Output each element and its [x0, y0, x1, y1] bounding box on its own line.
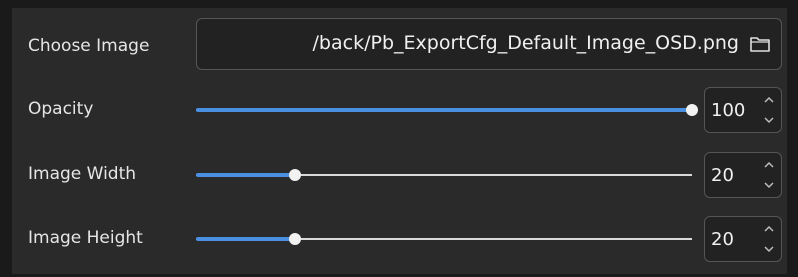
opacity-label: Opacity	[28, 99, 94, 119]
image-height-slider-handle[interactable]	[289, 233, 302, 245]
opacity-slider-handle[interactable]	[686, 104, 698, 116]
opacity-slider-fill	[196, 108, 692, 112]
opacity-value: 100	[711, 100, 746, 121]
image-height-value: 20	[711, 229, 734, 250]
opacity-increment-icon[interactable]	[761, 92, 777, 108]
image-width-slider-handle[interactable]	[289, 169, 302, 181]
image-settings-panel: Choose Image /back/Pb_ExportCfg_Default_…	[12, 8, 787, 274]
image-width-slider[interactable]	[196, 166, 692, 184]
image-height-decrement-icon[interactable]	[761, 241, 777, 257]
image-height-increment-icon[interactable]	[761, 221, 777, 237]
image-height-label: Image Height	[28, 228, 143, 248]
image-height-slider[interactable]	[196, 230, 692, 248]
image-width-spinbox[interactable]: 20	[704, 152, 782, 198]
image-path-field[interactable]: /back/Pb_ExportCfg_Default_Image_OSD.png	[196, 18, 782, 70]
image-width-value: 20	[711, 165, 734, 186]
folder-icon[interactable]	[749, 35, 771, 53]
opacity-spinbox[interactable]: 100	[704, 87, 782, 133]
choose-image-label: Choose Image	[28, 36, 150, 56]
image-width-label: Image Width	[28, 164, 137, 184]
image-width-increment-icon[interactable]	[761, 157, 777, 173]
image-width-spin-buttons	[761, 157, 777, 193]
image-path-text: /back/Pb_ExportCfg_Default_Image_OSD.png	[312, 32, 739, 54]
opacity-decrement-icon[interactable]	[761, 112, 777, 128]
image-width-slider-fill	[196, 173, 296, 177]
image-width-decrement-icon[interactable]	[761, 177, 777, 193]
image-height-slider-fill	[196, 237, 296, 241]
image-height-spin-buttons	[761, 221, 777, 257]
opacity-slider[interactable]	[196, 101, 698, 119]
image-height-spinbox[interactable]: 20	[704, 216, 782, 262]
opacity-spin-buttons	[761, 92, 777, 128]
